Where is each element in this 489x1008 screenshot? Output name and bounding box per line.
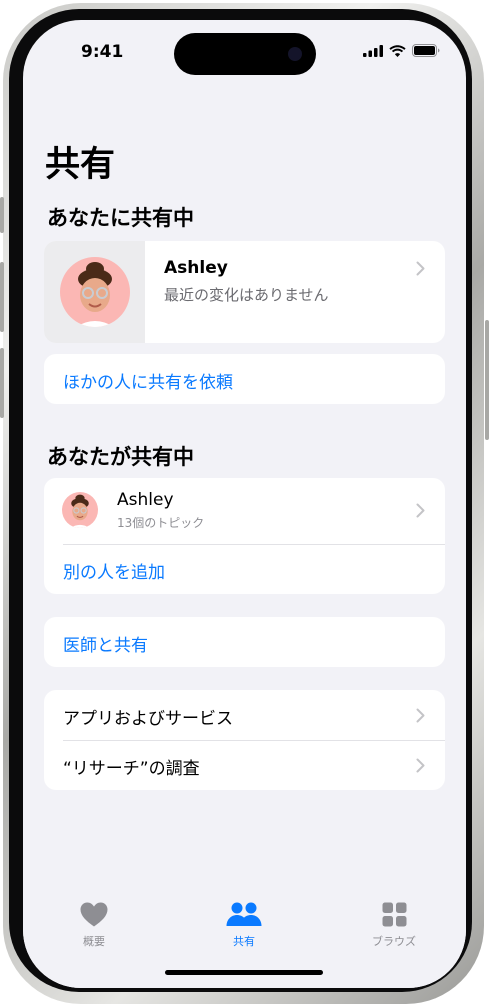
tab-browse-label: ブラウズ (372, 935, 416, 948)
chevron-right-icon (416, 261, 425, 276)
you-are-sharing-card: Ashley 13個のトピック 別の人を追加 (44, 478, 445, 594)
tab-summary[interactable]: 概要 (49, 902, 139, 949)
action-button (0, 197, 4, 233)
volume-down-button (0, 348, 4, 418)
sharing-with-you-card[interactable]: Ashley 最近の変化はありません (44, 241, 445, 343)
wifi-icon (389, 44, 406, 57)
apps-and-services-row[interactable]: アプリおよびサービス (44, 690, 445, 740)
cellular-signal-icon (363, 44, 383, 57)
section-header-you-are-sharing: あなたが共有中 (47, 445, 194, 469)
volume-up-button (0, 262, 4, 332)
more-options-card: アプリおよびサービス “リサーチ”の調査 (44, 690, 445, 790)
apps-and-services-label: アプリおよびサービス (63, 709, 233, 729)
shared-person-subtitle: 13個のトピック (117, 516, 205, 530)
tab-summary-label: 概要 (83, 935, 105, 948)
request-sharing-label: ほかの人に共有を依頼 (63, 373, 233, 393)
avatar-panel (44, 241, 145, 343)
person-name: Ashley (164, 258, 228, 278)
request-sharing-button[interactable]: ほかの人に共有を依頼 (44, 354, 445, 404)
share-with-doctor-label: 医師と共有 (63, 636, 148, 656)
memoji-avatar-icon (70, 494, 90, 528)
chevron-right-icon (416, 708, 425, 723)
add-person-label: 別の人を追加 (63, 563, 165, 583)
avatar (62, 492, 98, 528)
power-button (485, 320, 489, 440)
dynamic-island (174, 33, 316, 75)
avatar (60, 257, 130, 327)
memoji-avatar-icon (76, 262, 114, 327)
person-subtitle: 最近の変化はありません (164, 286, 329, 304)
shared-person-name: Ashley (117, 490, 174, 510)
heart-icon (80, 902, 108, 927)
people-icon (226, 902, 262, 926)
section-header-sharing-with-you: あなたに共有中 (47, 206, 194, 230)
add-person-button[interactable]: 別の人を追加 (44, 545, 445, 594)
tab-sharing-label: 共有 (233, 935, 255, 948)
shared-person-row[interactable]: Ashley 13個のトピック (44, 478, 445, 544)
status-time: 9:41 (81, 42, 124, 62)
tab-browse[interactable]: ブラウズ (349, 902, 439, 949)
screen: 9:41 共有 あなたに共有中 Ashley 最近の変化はありません ほかの人に… (23, 20, 466, 988)
chevron-right-icon (416, 758, 425, 773)
status-icons (363, 44, 440, 57)
research-studies-label: “リサーチ”の調査 (63, 759, 200, 779)
tab-sharing[interactable]: 共有 (199, 902, 289, 949)
chevron-right-icon (416, 503, 425, 518)
camera-icon (288, 47, 302, 61)
page-title: 共有 (45, 145, 116, 185)
research-studies-row[interactable]: “リサーチ”の調査 (44, 741, 445, 790)
share-with-doctor-button[interactable]: 医師と共有 (44, 617, 445, 667)
battery-icon (412, 44, 440, 57)
grid-icon (382, 902, 406, 927)
home-indicator[interactable] (165, 970, 323, 975)
